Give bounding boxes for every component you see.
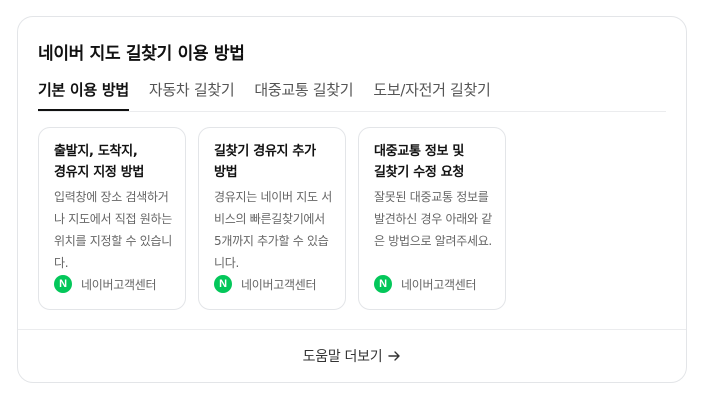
card-source: N 네이버고객센터 (214, 275, 316, 293)
tab-walk-bike-directions[interactable]: 도보/자전거 길찾기 (373, 75, 491, 111)
card-source-label: 네이버고객센터 (81, 277, 157, 292)
naver-logo-icon: N (214, 275, 232, 293)
arrow-right-icon (388, 351, 401, 361)
tab-car-directions[interactable]: 자동차 길찾기 (149, 75, 235, 111)
card-source-label: 네이버고객센터 (241, 277, 317, 292)
more-help-footer[interactable]: 도움말 더보기 (18, 329, 686, 382)
help-card[interactable]: 대중교통 정보 및 길찾기 수정 요청 잘못된 대중교통 정보를 발견하신 경우… (358, 127, 506, 310)
card-title: 출발지, 도착지, 경유지 지정 방법 (54, 144, 145, 180)
help-panel: 네이버 지도 길찾기 이용 방법 기본 이용 방법 자동차 길찾기 대중교통 길… (17, 16, 687, 383)
card-source: N 네이버고객센터 (54, 275, 156, 293)
naver-logo-icon: N (54, 275, 72, 293)
card-title: 길찾기 경유지 추가 방법 (214, 144, 316, 180)
card-description: 경유지는 네이버 지도 서비스의 빠른길찾기에서 5개까지 추가할 수 있습니다… (214, 190, 332, 270)
card-description: 잘못된 대중교통 정보를 발견하신 경우 아래와 같은 방법으로 알려주세요. (374, 190, 492, 248)
naver-logo-icon: N (374, 275, 392, 293)
card-description: 입력창에 장소 검색하거나 지도에서 직접 원하는 위치를 지정할 수 있습니다… (54, 190, 172, 270)
tab-transit-directions[interactable]: 대중교통 길찾기 (254, 75, 353, 111)
card-title: 대중교통 정보 및 길찾기 수정 요청 (374, 144, 465, 180)
more-help-link[interactable]: 도움말 더보기 (303, 346, 402, 366)
help-card[interactable]: 길찾기 경유지 추가 방법 경유지는 네이버 지도 서비스의 빠른길찾기에서 5… (198, 127, 346, 310)
help-card-list: 출발지, 도착지, 경유지 지정 방법 입력창에 장소 검색하거나 지도에서 직… (38, 127, 518, 310)
card-source-label: 네이버고객센터 (401, 277, 477, 292)
card-source: N 네이버고객센터 (374, 275, 476, 293)
tab-bar: 기본 이용 방법 자동차 길찾기 대중교통 길찾기 도보/자전거 길찾기 (38, 75, 666, 112)
help-card[interactable]: 출발지, 도착지, 경유지 지정 방법 입력창에 장소 검색하거나 지도에서 직… (38, 127, 186, 310)
tab-basic-usage[interactable]: 기본 이용 방법 (38, 75, 129, 111)
more-help-label: 도움말 더보기 (302, 349, 383, 365)
panel-title: 네이버 지도 길찾기 이용 방법 (38, 44, 245, 64)
